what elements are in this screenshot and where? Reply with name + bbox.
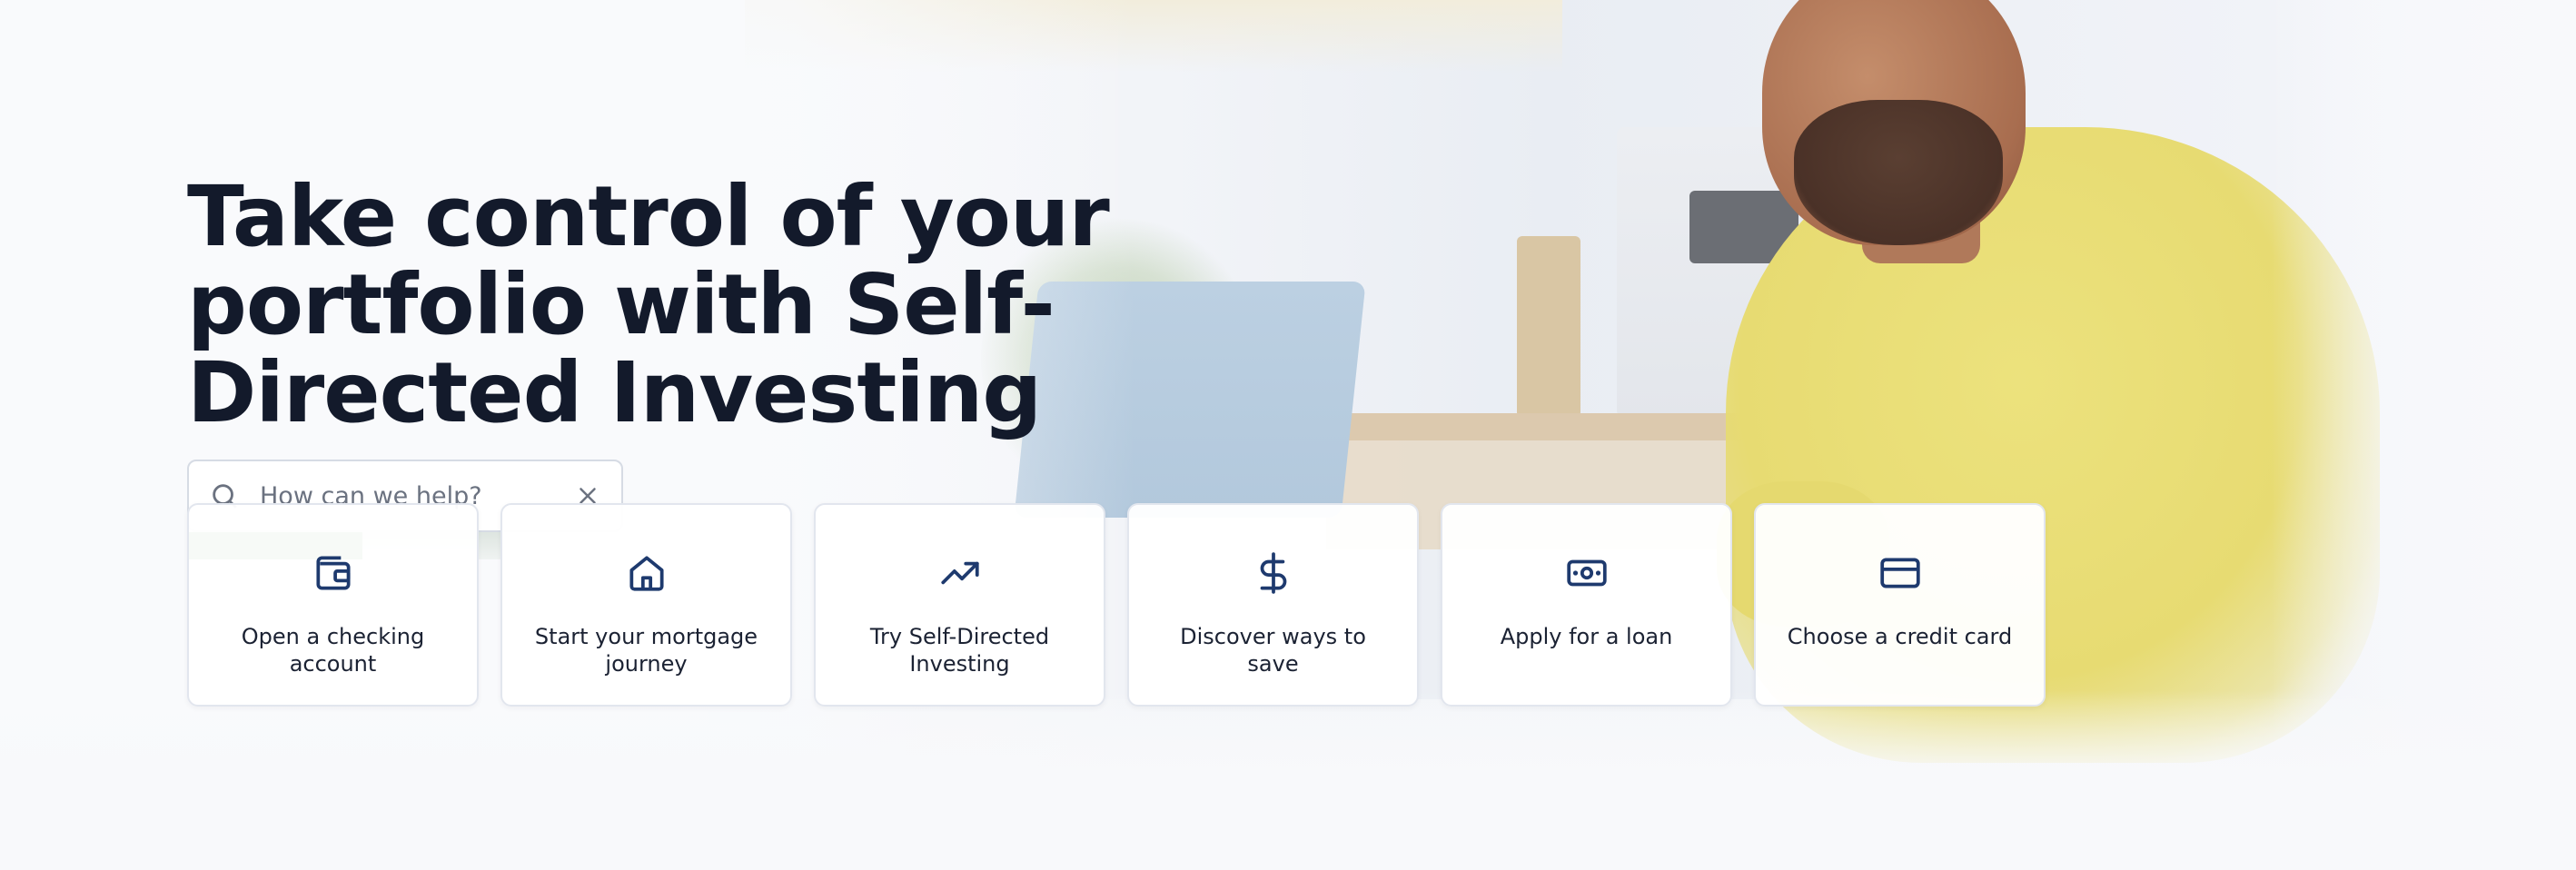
dollar-icon bbox=[1260, 552, 1286, 594]
quick-link-label: Start your mortgage journey bbox=[534, 624, 758, 677]
quick-link-label: Apply for a loan bbox=[1500, 624, 1673, 649]
page-title: Take control of your portfolio with Self… bbox=[187, 168, 1110, 441]
quick-link-mortgage[interactable]: Start your mortgage journey bbox=[500, 503, 792, 707]
quick-link-investing[interactable]: Try Self-Directed Investing bbox=[814, 503, 1105, 707]
quick-link-label: Discover ways to save bbox=[1180, 624, 1366, 677]
bottom-fade-overlay bbox=[0, 690, 2576, 870]
quick-link-label: Choose a credit card bbox=[1787, 624, 2013, 649]
cutting-board bbox=[1517, 236, 1580, 418]
wallet-icon bbox=[315, 556, 351, 590]
person-beard bbox=[1794, 100, 2003, 245]
quick-link-label: Try Self-Directed Investing bbox=[869, 624, 1050, 677]
quick-link-credit-card[interactable]: Choose a credit card bbox=[1754, 503, 2046, 707]
quick-link-checking[interactable]: Open a checking account bbox=[187, 503, 479, 707]
quick-link-save[interactable]: Discover ways to save bbox=[1127, 503, 1419, 707]
quick-link-label: Open a checking account bbox=[241, 624, 425, 677]
cash-icon bbox=[1566, 559, 1607, 587]
quick-links: Open a checking account Start your mortg… bbox=[187, 503, 2046, 707]
trending-up-icon bbox=[940, 561, 979, 585]
quick-link-loan[interactable]: Apply for a loan bbox=[1441, 503, 1732, 707]
credit-card-icon bbox=[1879, 558, 1920, 588]
home-icon bbox=[629, 556, 664, 591]
